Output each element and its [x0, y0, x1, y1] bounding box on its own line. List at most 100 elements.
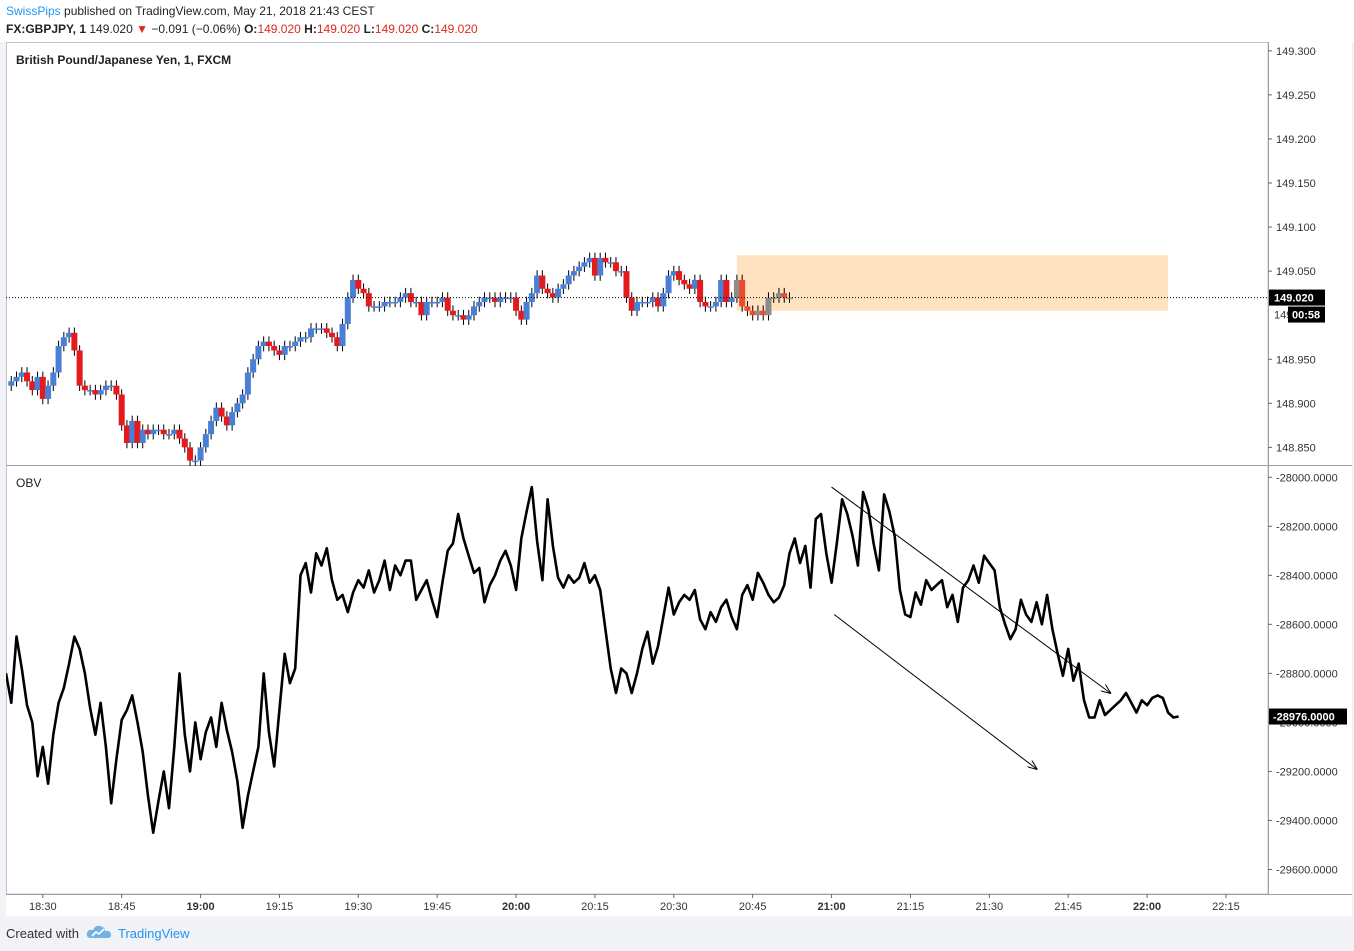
candle[interactable] — [360, 283, 367, 299]
candle[interactable] — [739, 274, 746, 312]
candle[interactable] — [24, 367, 31, 387]
candle[interactable] — [350, 274, 357, 303]
candle[interactable] — [365, 287, 372, 312]
candle[interactable] — [97, 384, 104, 400]
chart-canvas[interactable]: 149.300 149.250 149.200 149.150 149.100 149.0… — [4, 42, 1352, 916]
candle[interactable] — [202, 428, 209, 453]
candle[interactable] — [439, 292, 446, 308]
candle[interactable] — [602, 252, 609, 268]
candle[interactable] — [187, 442, 194, 466]
candle[interactable] — [418, 296, 425, 321]
candle[interactable] — [244, 367, 251, 400]
candle[interactable] — [118, 389, 125, 431]
candle[interactable] — [208, 415, 215, 440]
candle[interactable] — [229, 406, 236, 431]
candle[interactable] — [155, 424, 162, 436]
candle[interactable] — [376, 301, 383, 312]
candle[interactable] — [723, 274, 730, 308]
candle[interactable] — [576, 261, 583, 277]
candle[interactable] — [423, 296, 430, 321]
candle[interactable] — [129, 415, 136, 449]
candle[interactable] — [318, 323, 325, 334]
candle[interactable] — [18, 367, 25, 383]
candle[interactable] — [71, 327, 78, 356]
candle[interactable] — [612, 257, 619, 277]
candle[interactable] — [455, 309, 462, 321]
candle[interactable] — [281, 340, 288, 361]
candle[interactable] — [513, 292, 520, 317]
candle[interactable] — [271, 340, 278, 356]
candle[interactable] — [655, 292, 662, 312]
upper-trend-arrow[interactable] — [831, 486, 1111, 693]
candle[interactable] — [639, 296, 646, 308]
candle[interactable] — [428, 296, 435, 308]
candle[interactable] — [581, 257, 588, 273]
candle[interactable] — [402, 287, 409, 303]
candle[interactable] — [102, 380, 109, 396]
candle[interactable] — [449, 305, 456, 321]
candle[interactable] — [334, 331, 341, 352]
candle[interactable] — [55, 340, 62, 378]
candle[interactable] — [108, 380, 115, 391]
candle[interactable] — [323, 323, 330, 339]
candle[interactable] — [676, 265, 683, 286]
candle[interactable] — [34, 371, 41, 396]
candle[interactable] — [686, 279, 693, 295]
candle[interactable] — [697, 274, 704, 308]
candle[interactable] — [460, 309, 467, 325]
publisher-name[interactable]: SwissPips — [6, 4, 61, 18]
candle[interactable] — [8, 375, 15, 391]
candle[interactable] — [234, 398, 241, 418]
candle[interactable] — [250, 353, 257, 378]
candle[interactable] — [381, 296, 388, 312]
candle[interactable] — [134, 415, 141, 449]
candle[interactable] — [286, 340, 293, 352]
candle[interactable] — [339, 318, 346, 352]
candle[interactable] — [539, 270, 546, 295]
candle[interactable] — [239, 389, 246, 409]
candle[interactable] — [265, 336, 272, 352]
candle[interactable] — [560, 279, 567, 295]
candle[interactable] — [50, 367, 57, 391]
candle[interactable] — [197, 442, 204, 466]
candle[interactable] — [565, 270, 572, 290]
candle[interactable] — [255, 340, 262, 365]
candle[interactable] — [586, 252, 593, 268]
candle[interactable] — [223, 411, 230, 431]
candle[interactable] — [591, 252, 598, 281]
candle[interactable] — [386, 296, 393, 308]
candle[interactable] — [13, 371, 20, 387]
candle[interactable] — [302, 331, 309, 343]
candle[interactable] — [192, 455, 199, 466]
candle[interactable] — [66, 327, 73, 343]
candle[interactable] — [492, 292, 499, 308]
candle[interactable] — [470, 301, 477, 321]
candle[interactable] — [76, 345, 83, 391]
candle[interactable] — [660, 287, 667, 312]
candle[interactable] — [355, 274, 362, 295]
candle[interactable] — [213, 402, 220, 427]
candle[interactable] — [702, 296, 709, 312]
candle[interactable] — [649, 292, 656, 308]
candle[interactable] — [644, 296, 651, 308]
candle[interactable] — [597, 252, 604, 281]
candle[interactable] — [618, 265, 625, 277]
candle[interactable] — [544, 283, 551, 299]
candle[interactable] — [313, 323, 320, 334]
candle[interactable] — [718, 274, 725, 308]
candle[interactable] — [260, 336, 267, 352]
candle[interactable] — [139, 424, 146, 449]
candle[interactable] — [707, 301, 714, 312]
candle[interactable] — [171, 424, 178, 440]
candle[interactable] — [434, 296, 441, 308]
candle[interactable] — [634, 296, 640, 317]
chart-area[interactable]: 149.300 149.250 149.200 149.150 149.100 149.0… — [4, 42, 1352, 916]
candle[interactable] — [39, 371, 46, 405]
candle[interactable] — [518, 305, 525, 325]
candle[interactable] — [144, 424, 151, 440]
candle[interactable] — [81, 380, 88, 396]
candle[interactable] — [160, 424, 167, 440]
candle[interactable] — [444, 292, 451, 317]
candle[interactable] — [523, 296, 530, 325]
candle[interactable] — [476, 296, 483, 312]
